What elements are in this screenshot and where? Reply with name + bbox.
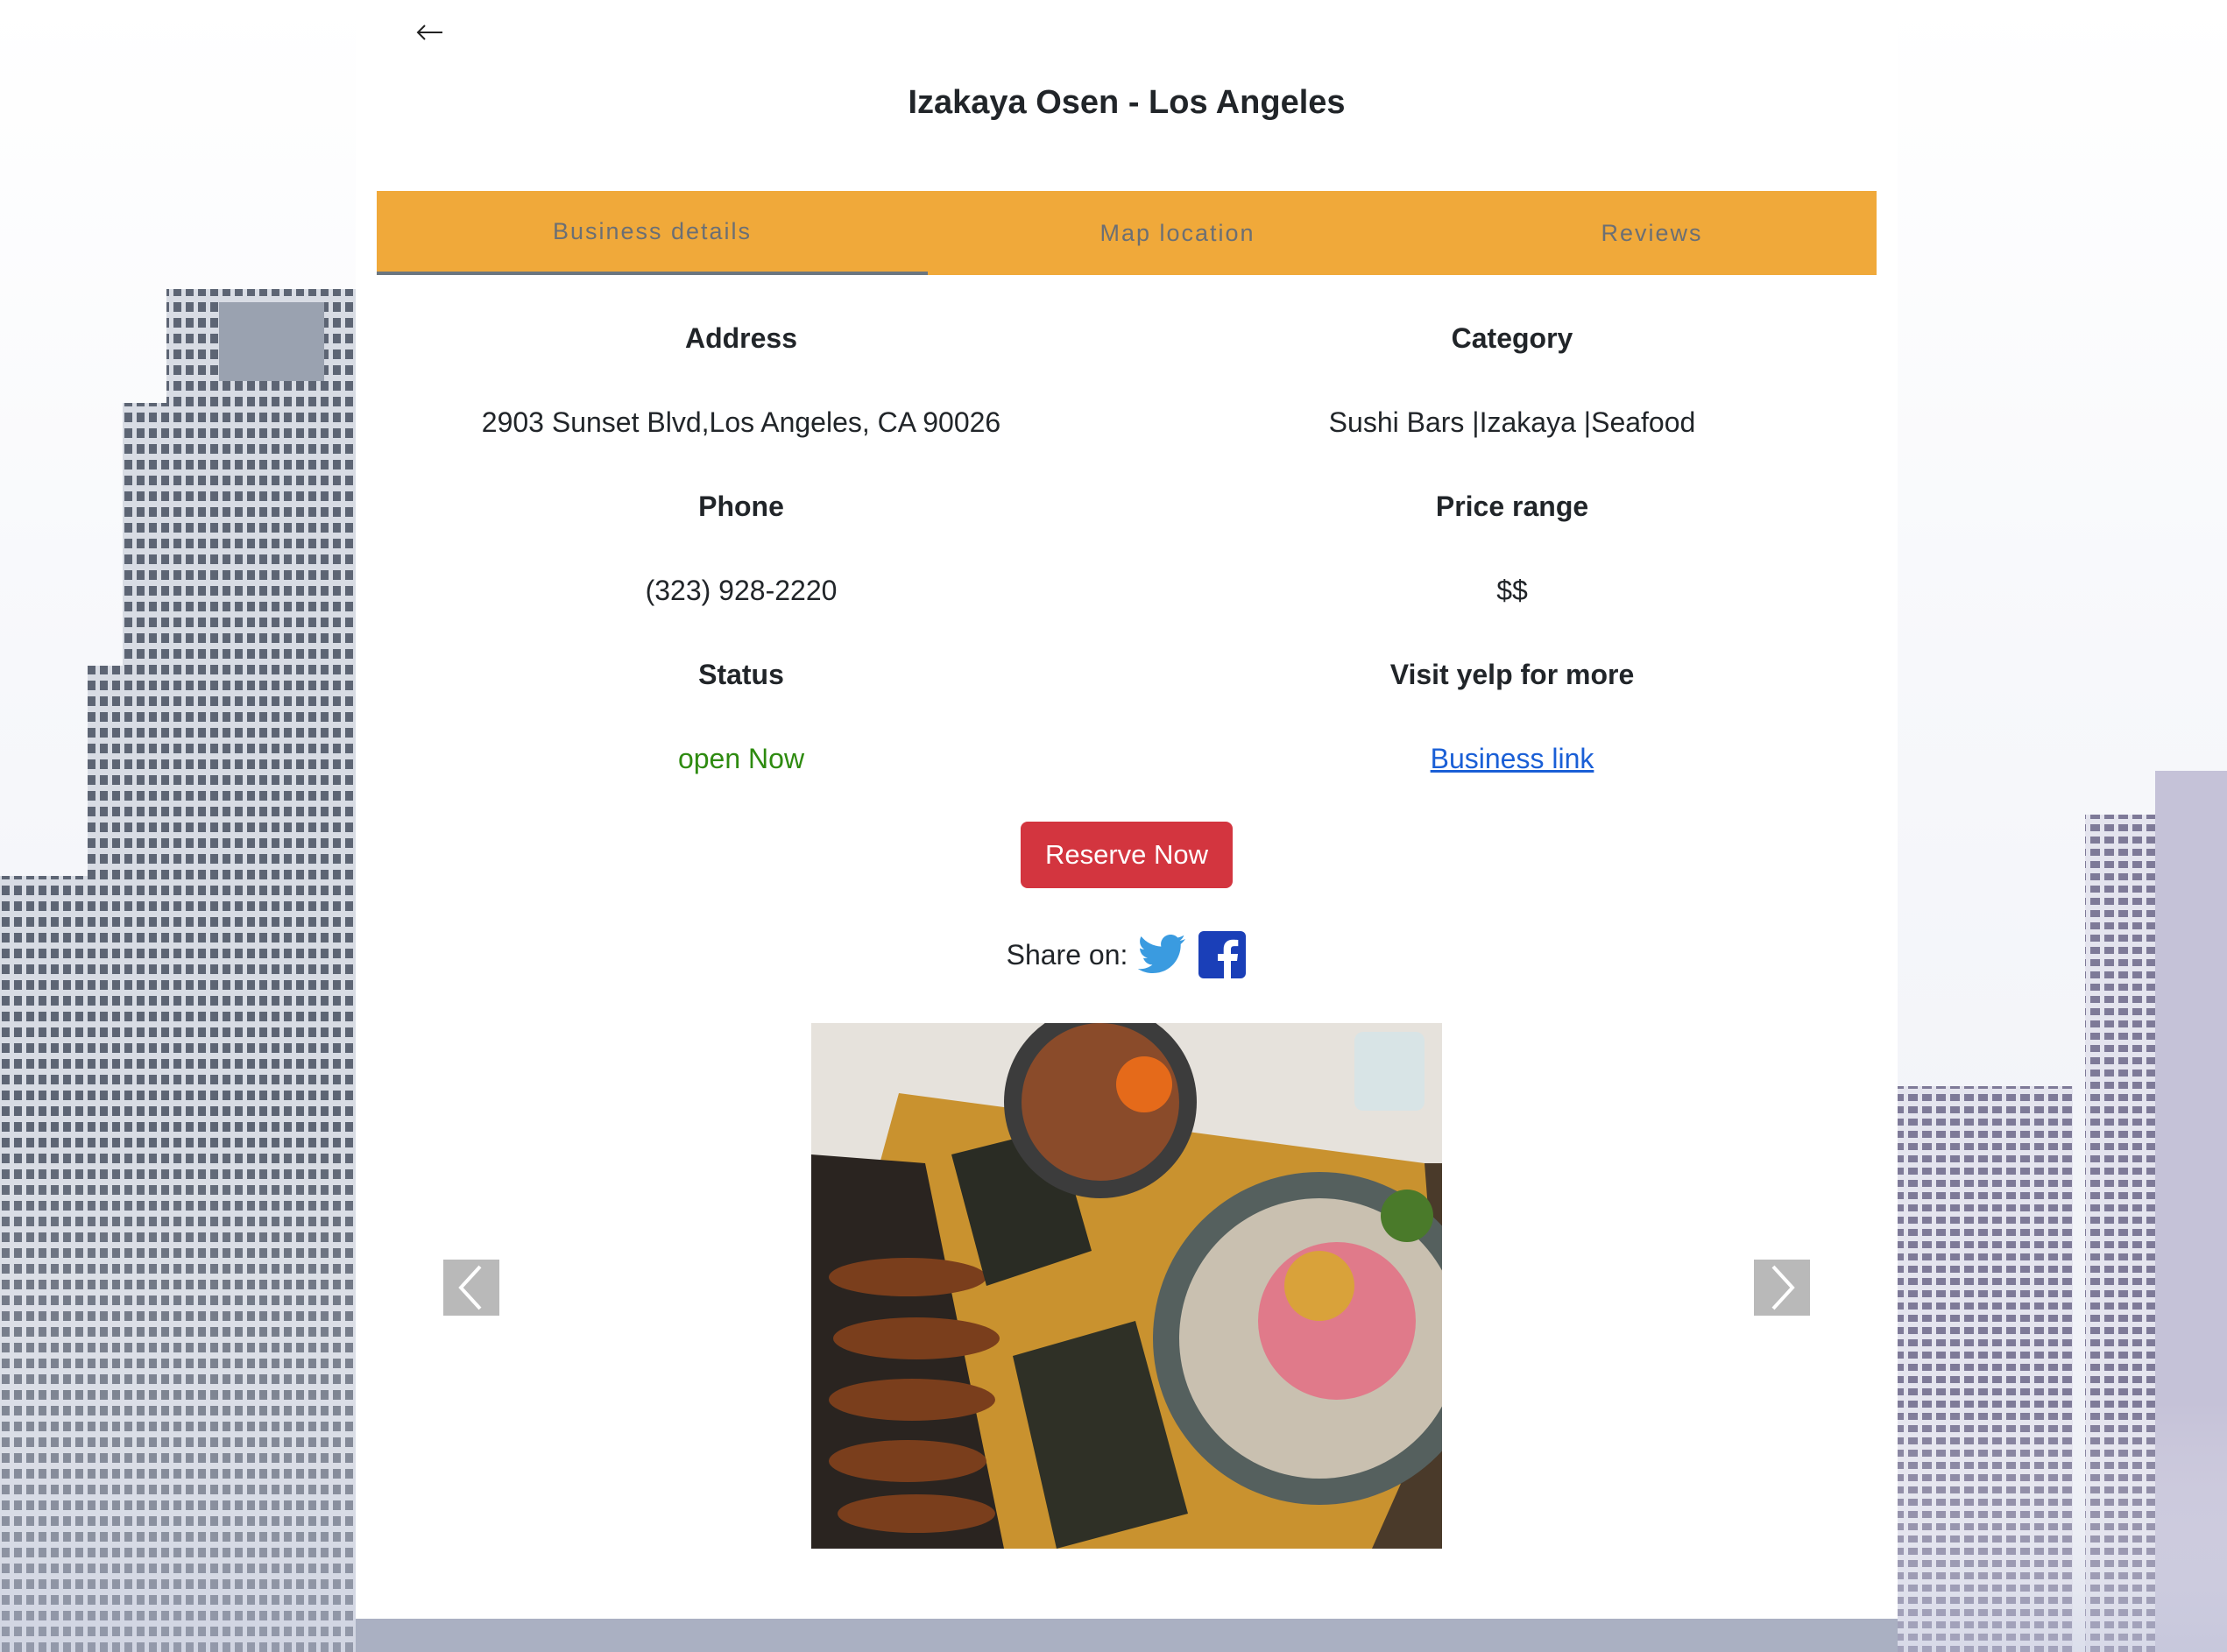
share-row: Share on: — [356, 928, 1898, 981]
twitter-icon[interactable] — [1138, 934, 1187, 976]
yelp-label: Visit yelp for more — [1389, 659, 1635, 690]
carousel-prev-button[interactable] — [443, 1260, 499, 1316]
facebook-icon[interactable] — [1198, 930, 1247, 979]
price-range-value: $$ — [1496, 575, 1528, 606]
tab-reviews[interactable]: Reviews — [1427, 191, 1877, 275]
tab-business-details[interactable]: Business details — [377, 191, 928, 275]
business-link[interactable]: Business link — [1431, 743, 1594, 774]
photo-carousel — [356, 1023, 1898, 1549]
phone-value: (323) 928-2220 — [645, 575, 838, 606]
back-button[interactable] — [408, 11, 452, 54]
category-value: Sushi Bars |Izakaya |Seafood — [1328, 406, 1696, 438]
reserve-now-button[interactable]: Reserve Now — [1021, 822, 1233, 888]
business-photo — [811, 1023, 1442, 1549]
category-label: Category — [1451, 322, 1573, 354]
share-label: Share on: — [1006, 938, 1128, 971]
price-range-label: Price range — [1435, 491, 1589, 522]
tab-map-location[interactable]: Map location — [928, 191, 1427, 275]
tab-bar: Business details Map location Reviews — [377, 191, 1877, 275]
address-label: Address — [684, 322, 798, 354]
status-label: Status — [698, 659, 784, 690]
address-value: 2903 Sunset Blvd,Los Angeles, CA 90026 — [481, 406, 1001, 438]
business-detail-card: Izakaya Osen - Los Angeles Business deta… — [356, 0, 1898, 1619]
chevron-left-icon — [458, 1265, 482, 1310]
page-title: Izakaya Osen - Los Angeles — [908, 84, 1346, 121]
phone-label: Phone — [698, 491, 784, 522]
business-link-container: Business link — [1127, 743, 1898, 775]
chevron-right-icon — [1771, 1265, 1795, 1310]
arrow-left-icon — [416, 25, 442, 40]
carousel-next-button[interactable] — [1754, 1260, 1810, 1316]
status-value: open Now — [677, 743, 805, 774]
